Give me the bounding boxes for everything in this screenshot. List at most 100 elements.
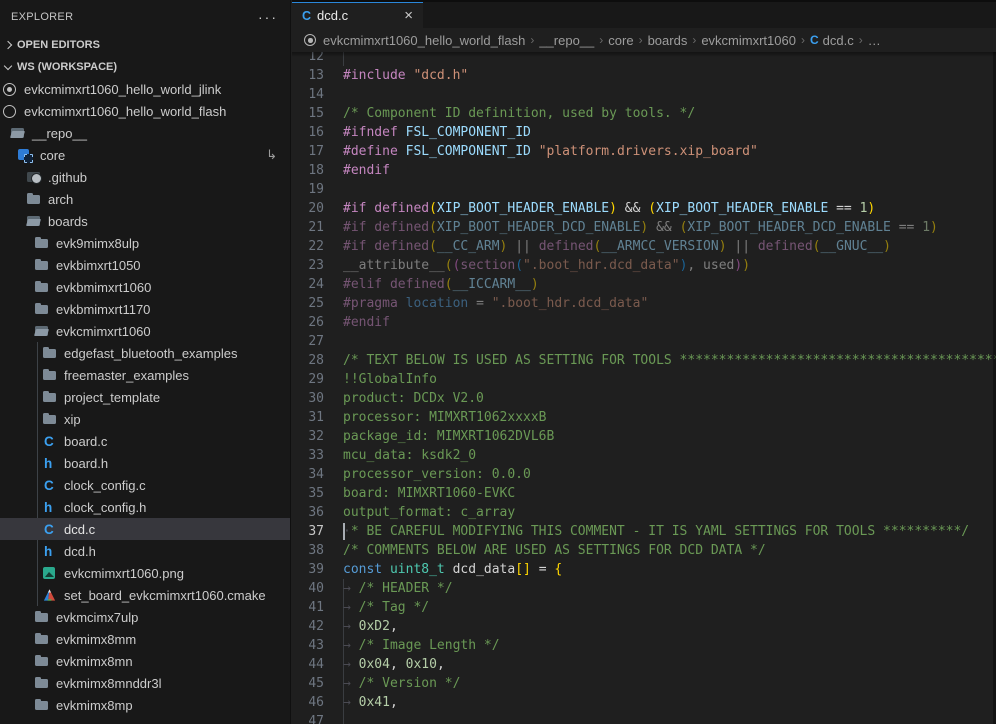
tree-item-dcd.h[interactable]: hdcd.h	[0, 540, 290, 562]
line-number: 43	[292, 636, 335, 655]
code-line-13[interactable]: 13#include "dcd.h"	[292, 66, 996, 85]
code-line-29[interactable]: 29!!GlobalInfo	[292, 370, 996, 389]
line-number: 27	[292, 332, 335, 351]
code-line-39[interactable]: 39const uint8_t dcd_data[] = {	[292, 560, 996, 579]
breadcrumb-item-evkcmimxrt1060_hello_world_flash[interactable]: evkcmimxrt1060_hello_world_flash	[303, 33, 525, 48]
code-line-33[interactable]: 33mcu_data: ksdk2_0	[292, 446, 996, 465]
code-line-15[interactable]: 15/* Component ID definition, used by to…	[292, 104, 996, 123]
section-workspace[interactable]: WS (WORKSPACE)	[0, 56, 290, 78]
breadcrumb-item-__repo__[interactable]: __repo__	[539, 33, 594, 48]
tree-item-evkbimxrt1050[interactable]: evkbimxrt1050	[0, 254, 290, 276]
breadcrumb-separator: ›	[687, 33, 701, 47]
tab-bar: C dcd.c ×	[292, 0, 996, 28]
folder-open-icon	[34, 323, 50, 339]
code-line-46[interactable]: 46→ 0x41,	[292, 693, 996, 712]
code-line-32[interactable]: 32package_id: MIMXRT1062DVL6B	[292, 427, 996, 446]
tree-item-set_board_evkcmimxrt1060.cmake[interactable]: set_board_evkcmimxrt1060.cmake	[0, 584, 290, 606]
code-editor[interactable]: 1213#include "dcd.h"1415/* Component ID …	[292, 52, 996, 724]
tree-item-label: core	[40, 148, 65, 163]
code-line-45[interactable]: 45→ /* Version */	[292, 674, 996, 693]
folder-icon	[42, 345, 58, 361]
tree-item-arch[interactable]: arch	[0, 188, 290, 210]
more-actions-icon[interactable]: ···	[258, 12, 278, 22]
code-line-37[interactable]: 37·* BE CAREFUL MODIFYING THIS COMMENT -…	[292, 522, 996, 541]
tree-item-evkmcimx7ulp[interactable]: evkmcimx7ulp	[0, 606, 290, 628]
code-line-36[interactable]: 36output_format: c_array	[292, 503, 996, 522]
tree-item-core[interactable]: core↳	[0, 144, 290, 166]
breadcrumb-item-core[interactable]: core	[608, 33, 633, 48]
code-line-20[interactable]: 20#if defined(XIP_BOOT_HEADER_ENABLE) &&…	[292, 199, 996, 218]
tree-item-evkmimx8mp[interactable]: evkmimx8mp	[0, 694, 290, 716]
tree-item-board.h[interactable]: hboard.h	[0, 452, 290, 474]
code-line-21[interactable]: 21#if defined(XIP_BOOT_HEADER_DCD_ENABLE…	[292, 218, 996, 237]
line-number: 47	[292, 712, 335, 724]
breadcrumb-item-dcd.c[interactable]: Cdcd.c	[810, 33, 854, 48]
tree-item-clock_config.c[interactable]: Cclock_config.c	[0, 474, 290, 496]
tree-item-evkmimx8mnddr3l[interactable]: evkmimx8mnddr3l	[0, 672, 290, 694]
tree-item-evkmimx8mn[interactable]: evkmimx8mn	[0, 650, 290, 672]
tree-item-label: freemaster_examples	[64, 368, 189, 383]
code-line-30[interactable]: 30product: DCDx V2.0	[292, 389, 996, 408]
line-number: 42	[292, 617, 335, 636]
tree-item-label: evkcmimxrt1060_hello_world_jlink	[24, 82, 221, 97]
code-line-41[interactable]: 41→ /* Tag */	[292, 598, 996, 617]
tree-item-evkcmimxrt1060_hello_world_flash[interactable]: evkcmimxrt1060_hello_world_flash	[0, 100, 290, 122]
folder-open-icon	[10, 125, 26, 141]
code-line-44[interactable]: 44→ 0x04, 0x10,	[292, 655, 996, 674]
code-line-43[interactable]: 43→ /* Image Length */	[292, 636, 996, 655]
code-line-26[interactable]: 26#endif	[292, 313, 996, 332]
tree-item-edgefast_bluetooth_examples[interactable]: edgefast_bluetooth_examples	[0, 342, 290, 364]
code-line-40[interactable]: 40→ /* HEADER */	[292, 579, 996, 598]
code-line-content: #endif	[335, 161, 996, 180]
code-line-content: #if defined(XIP_BOOT_HEADER_ENABLE) && (…	[335, 199, 996, 218]
code-line-27[interactable]: 27	[292, 332, 996, 351]
code-line-19[interactable]: 19	[292, 180, 996, 199]
code-line-34[interactable]: 34processor_version: 0.0.0	[292, 465, 996, 484]
code-line-16[interactable]: 16#ifndef FSL_COMPONENT_ID	[292, 123, 996, 142]
breadcrumb-item-boards[interactable]: boards	[648, 33, 688, 48]
tree-item-clock_config.h[interactable]: hclock_config.h	[0, 496, 290, 518]
tree-item-freemaster_examples[interactable]: freemaster_examples	[0, 364, 290, 386]
code-line-17[interactable]: 17#define FSL_COMPONENT_ID "platform.dri…	[292, 142, 996, 161]
close-icon[interactable]: ×	[404, 10, 413, 22]
tree-item-evkbmimxrt1060[interactable]: evkbmimxrt1060	[0, 276, 290, 298]
tree-item-evkcmimxrt1060_hello_world_jlink[interactable]: evkcmimxrt1060_hello_world_jlink	[0, 78, 290, 100]
tree-item-project_template[interactable]: project_template	[0, 386, 290, 408]
code-line-25[interactable]: 25#pragma location = ".boot_hdr.dcd_data…	[292, 294, 996, 313]
code-line-14[interactable]: 14	[292, 85, 996, 104]
tree-item-evkcmimxrt1060.png[interactable]: evkcmimxrt1060.png	[0, 562, 290, 584]
tab-dcd-c[interactable]: C dcd.c ×	[292, 2, 423, 28]
code-line-35[interactable]: 35board: MIMXRT1060-EVKC	[292, 484, 996, 503]
tree-item-board.c[interactable]: Cboard.c	[0, 430, 290, 452]
tree-item-xip[interactable]: xip	[0, 408, 290, 430]
tree-item-.github[interactable]: .github	[0, 166, 290, 188]
line-number: 25	[292, 294, 335, 313]
tree-item-evkmimx8mm[interactable]: evkmimx8mm	[0, 628, 290, 650]
section-open-editors[interactable]: OPEN EDITORS	[0, 34, 290, 56]
code-line-28[interactable]: 28/* TEXT BELOW IS USED AS SETTING FOR T…	[292, 351, 996, 370]
code-line-38[interactable]: 38/* COMMENTS BELOW ARE USED AS SETTINGS…	[292, 541, 996, 560]
code-line-content	[335, 85, 996, 104]
breadcrumb-separator: ›	[634, 33, 648, 47]
h-icon: h	[42, 499, 58, 515]
code-line-47[interactable]: 47	[292, 712, 996, 724]
code-line-18[interactable]: 18#endif	[292, 161, 996, 180]
code-line-31[interactable]: 31processor: MIMXRT1062xxxxB	[292, 408, 996, 427]
tree-item-__repo__[interactable]: __repo__	[0, 122, 290, 144]
code-line-12[interactable]: 12	[292, 52, 996, 66]
tree-item-boards[interactable]: boards	[0, 210, 290, 232]
breadcrumb-item-…[interactable]: …	[868, 33, 881, 48]
code-line-22[interactable]: 22#if defined(__CC_ARM) || defined(__ARM…	[292, 237, 996, 256]
code-line-42[interactable]: 42→ 0xD2,	[292, 617, 996, 636]
line-number: 23	[292, 256, 335, 275]
folder-open-icon	[26, 213, 42, 229]
tree-item-dcd.c[interactable]: Cdcd.c	[0, 518, 290, 540]
breadcrumb-item-evkcmimxrt1060[interactable]: evkcmimxrt1060	[701, 33, 796, 48]
tree-item-evkbmimxrt1170[interactable]: evkbmimxrt1170	[0, 298, 290, 320]
tree-item-evk9mimx8ulp[interactable]: evk9mimx8ulp	[0, 232, 290, 254]
tree-item-evkcmimxrt1060[interactable]: evkcmimxrt1060	[0, 320, 290, 342]
code-line-24[interactable]: 24#elif defined(__ICCARM__)	[292, 275, 996, 294]
line-number: 16	[292, 123, 335, 142]
radio-off-icon	[2, 103, 18, 119]
code-line-23[interactable]: 23__attribute__((section(".boot_hdr.dcd_…	[292, 256, 996, 275]
